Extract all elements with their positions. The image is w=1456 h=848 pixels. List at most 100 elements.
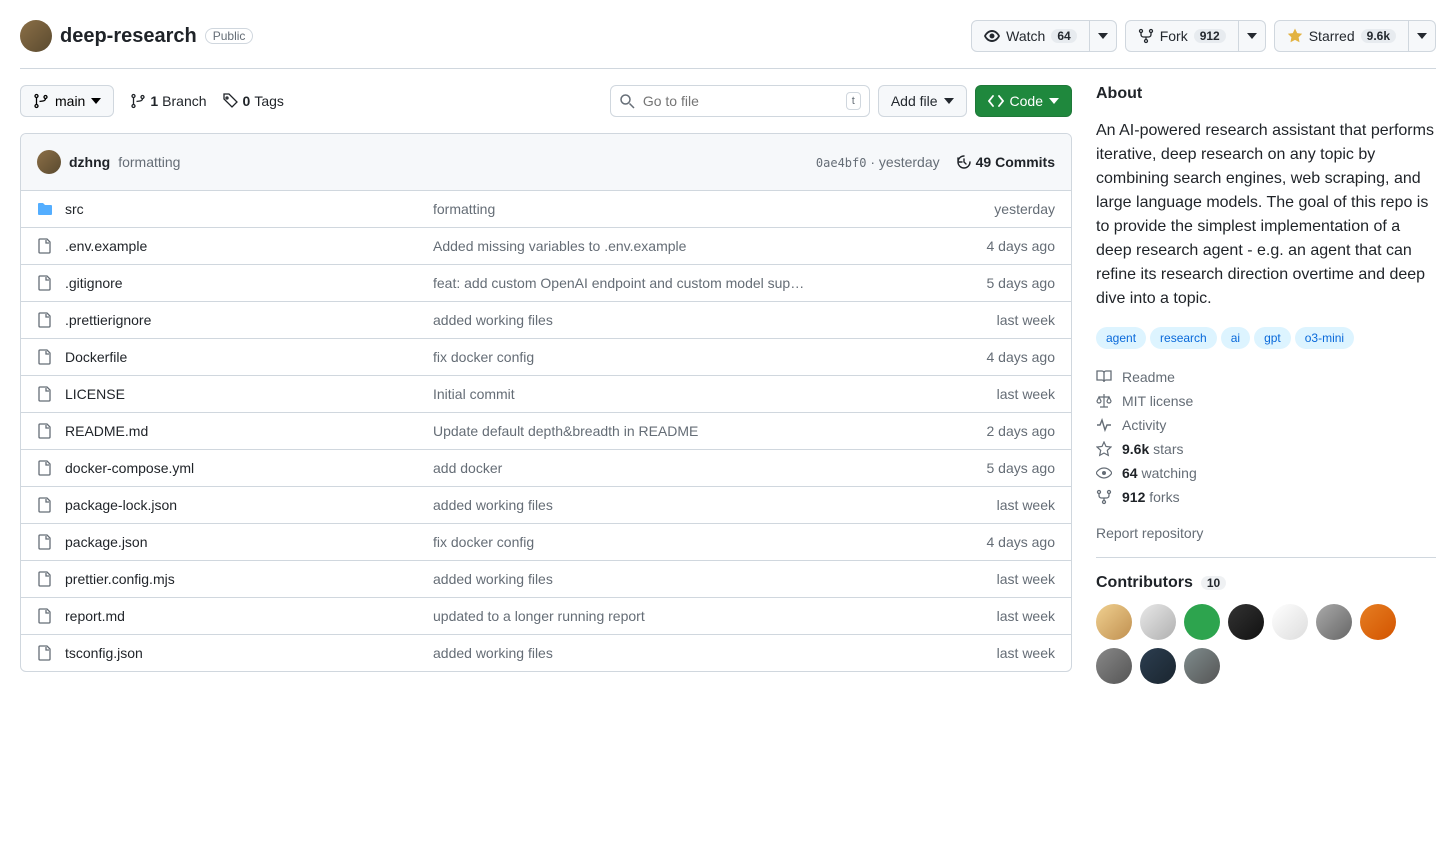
repo-name[interactable]: deep-research: [60, 25, 197, 48]
contributor-avatar[interactable]: [1228, 604, 1264, 640]
topic-tag[interactable]: ai: [1221, 327, 1250, 349]
forks-link[interactable]: 912 forks: [1096, 485, 1436, 509]
file-name-link[interactable]: Dockerfile: [65, 349, 127, 365]
go-to-file-search[interactable]: t: [610, 85, 870, 117]
file-row: report.md updated to a longer running rep…: [21, 598, 1071, 635]
contributor-avatar[interactable]: [1096, 648, 1132, 684]
file-age: 5 days ago: [935, 275, 1055, 291]
file-row: .gitignore feat: add custom OpenAI endpoi…: [21, 265, 1071, 302]
file-name-link[interactable]: src: [65, 201, 84, 217]
fork-icon: [1138, 28, 1154, 44]
file-commit-message[interactable]: formatting: [433, 201, 495, 217]
file-commit-message[interactable]: fix docker config: [433, 349, 534, 365]
watch-dropdown[interactable]: [1090, 20, 1117, 52]
fork-button[interactable]: Fork 912: [1125, 20, 1239, 52]
stars-link[interactable]: 9.6k stars: [1096, 437, 1436, 461]
file-commit-message[interactable]: added working files: [433, 645, 553, 661]
file-name-link[interactable]: report.md: [65, 608, 125, 624]
eye-icon: [984, 28, 1000, 44]
commit-author[interactable]: dzhng: [69, 154, 110, 170]
file-commit-message[interactable]: feat: add custom OpenAI endpoint and cus…: [433, 275, 804, 291]
commit-author-avatar[interactable]: [37, 150, 61, 174]
watch-label: Watch: [1006, 28, 1045, 44]
file-commit-message[interactable]: add docker: [433, 460, 502, 476]
file-commit-message[interactable]: updated to a longer running report: [433, 608, 645, 624]
file-name-link[interactable]: prettier.config.mjs: [65, 571, 175, 587]
contributor-avatar[interactable]: [1360, 604, 1396, 640]
eye-icon: [1096, 465, 1112, 481]
watching-link[interactable]: 64 watching: [1096, 461, 1436, 485]
file-commit-message[interactable]: added working files: [433, 312, 553, 328]
go-to-file-input[interactable]: [643, 93, 838, 109]
topic-tag[interactable]: gpt: [1254, 327, 1291, 349]
file-name-link[interactable]: docker-compose.yml: [65, 460, 194, 476]
repo-title-group: deep-research Public: [20, 20, 253, 52]
contributor-avatar[interactable]: [1096, 604, 1132, 640]
commit-sha[interactable]: 0ae4bf0: [816, 156, 867, 170]
code-button[interactable]: Code: [975, 85, 1072, 117]
file-commit-message[interactable]: Initial commit: [433, 386, 515, 402]
search-icon: [619, 93, 635, 109]
star-filled-icon: [1287, 28, 1303, 44]
file-commit-message[interactable]: Added missing variables to .env.example: [433, 238, 686, 254]
file-commit-message[interactable]: fix docker config: [433, 534, 534, 550]
star-button[interactable]: Starred 9.6k: [1274, 20, 1409, 52]
topic-tag[interactable]: agent: [1096, 327, 1146, 349]
file-name-link[interactable]: LICENSE: [65, 386, 125, 402]
file-icon: [37, 423, 53, 439]
file-age: yesterday: [935, 201, 1055, 217]
license-link[interactable]: MIT license: [1096, 389, 1436, 413]
contributor-avatar[interactable]: [1140, 604, 1176, 640]
file-age: 4 days ago: [935, 534, 1055, 550]
owner-avatar[interactable]: [20, 20, 52, 52]
commits-link[interactable]: 49 Commits: [956, 154, 1055, 170]
fork-dropdown[interactable]: [1239, 20, 1266, 52]
contributor-avatar[interactable]: [1184, 648, 1220, 684]
file-commit-message[interactable]: added working files: [433, 571, 553, 587]
folder-icon: [37, 201, 53, 217]
contributor-avatar[interactable]: [1316, 604, 1352, 640]
file-name-link[interactable]: README.md: [65, 423, 148, 439]
file-name-link[interactable]: package-lock.json: [65, 497, 177, 513]
contributor-avatar[interactable]: [1140, 648, 1176, 684]
caret-down-icon: [1417, 33, 1427, 39]
visibility-badge: Public: [205, 28, 254, 44]
branch-select-button[interactable]: main: [20, 85, 114, 117]
watch-button[interactable]: Watch 64: [971, 20, 1090, 52]
star-dropdown[interactable]: [1409, 20, 1436, 52]
file-commit-message[interactable]: Update default depth&breadth in README: [433, 423, 698, 439]
fork-label: Fork: [1160, 28, 1188, 44]
tags-link[interactable]: 0 Tags: [223, 93, 284, 109]
file-commit-message[interactable]: added working files: [433, 497, 553, 513]
contributor-avatar[interactable]: [1272, 604, 1308, 640]
fork-count: 912: [1194, 29, 1226, 43]
contributors-heading[interactable]: Contributors: [1096, 574, 1193, 592]
file-name-link[interactable]: tsconfig.json: [65, 645, 143, 661]
file-name-link[interactable]: .env.example: [65, 238, 147, 254]
file-row: LICENSE Initial commit last week: [21, 376, 1071, 413]
file-name-link[interactable]: .gitignore: [65, 275, 123, 291]
commit-message[interactable]: formatting: [118, 154, 180, 170]
file-name-link[interactable]: package.json: [65, 534, 148, 550]
file-name-link[interactable]: .prettierignore: [65, 312, 151, 328]
activity-link[interactable]: Activity: [1096, 413, 1436, 437]
topic-tag[interactable]: research: [1150, 327, 1217, 349]
star-label: Starred: [1309, 28, 1355, 44]
add-file-button[interactable]: Add file: [878, 85, 967, 117]
file-age: last week: [935, 386, 1055, 402]
branch-icon: [33, 93, 49, 109]
report-repository-link[interactable]: Report repository: [1096, 525, 1203, 541]
readme-label: Readme: [1122, 369, 1175, 385]
contributor-avatar[interactable]: [1184, 604, 1220, 640]
file-icon: [37, 275, 53, 291]
file-age: 4 days ago: [935, 349, 1055, 365]
star-icon: [1096, 441, 1112, 457]
branches-link[interactable]: 1 Branch: [130, 93, 206, 109]
tags-count: 0: [243, 93, 251, 109]
topic-tag[interactable]: o3-mini: [1295, 327, 1354, 349]
readme-link[interactable]: Readme: [1096, 365, 1436, 389]
file-icon: [37, 534, 53, 550]
file-age: 2 days ago: [935, 423, 1055, 439]
fork-icon: [1096, 489, 1112, 505]
branch-icon: [130, 93, 146, 109]
